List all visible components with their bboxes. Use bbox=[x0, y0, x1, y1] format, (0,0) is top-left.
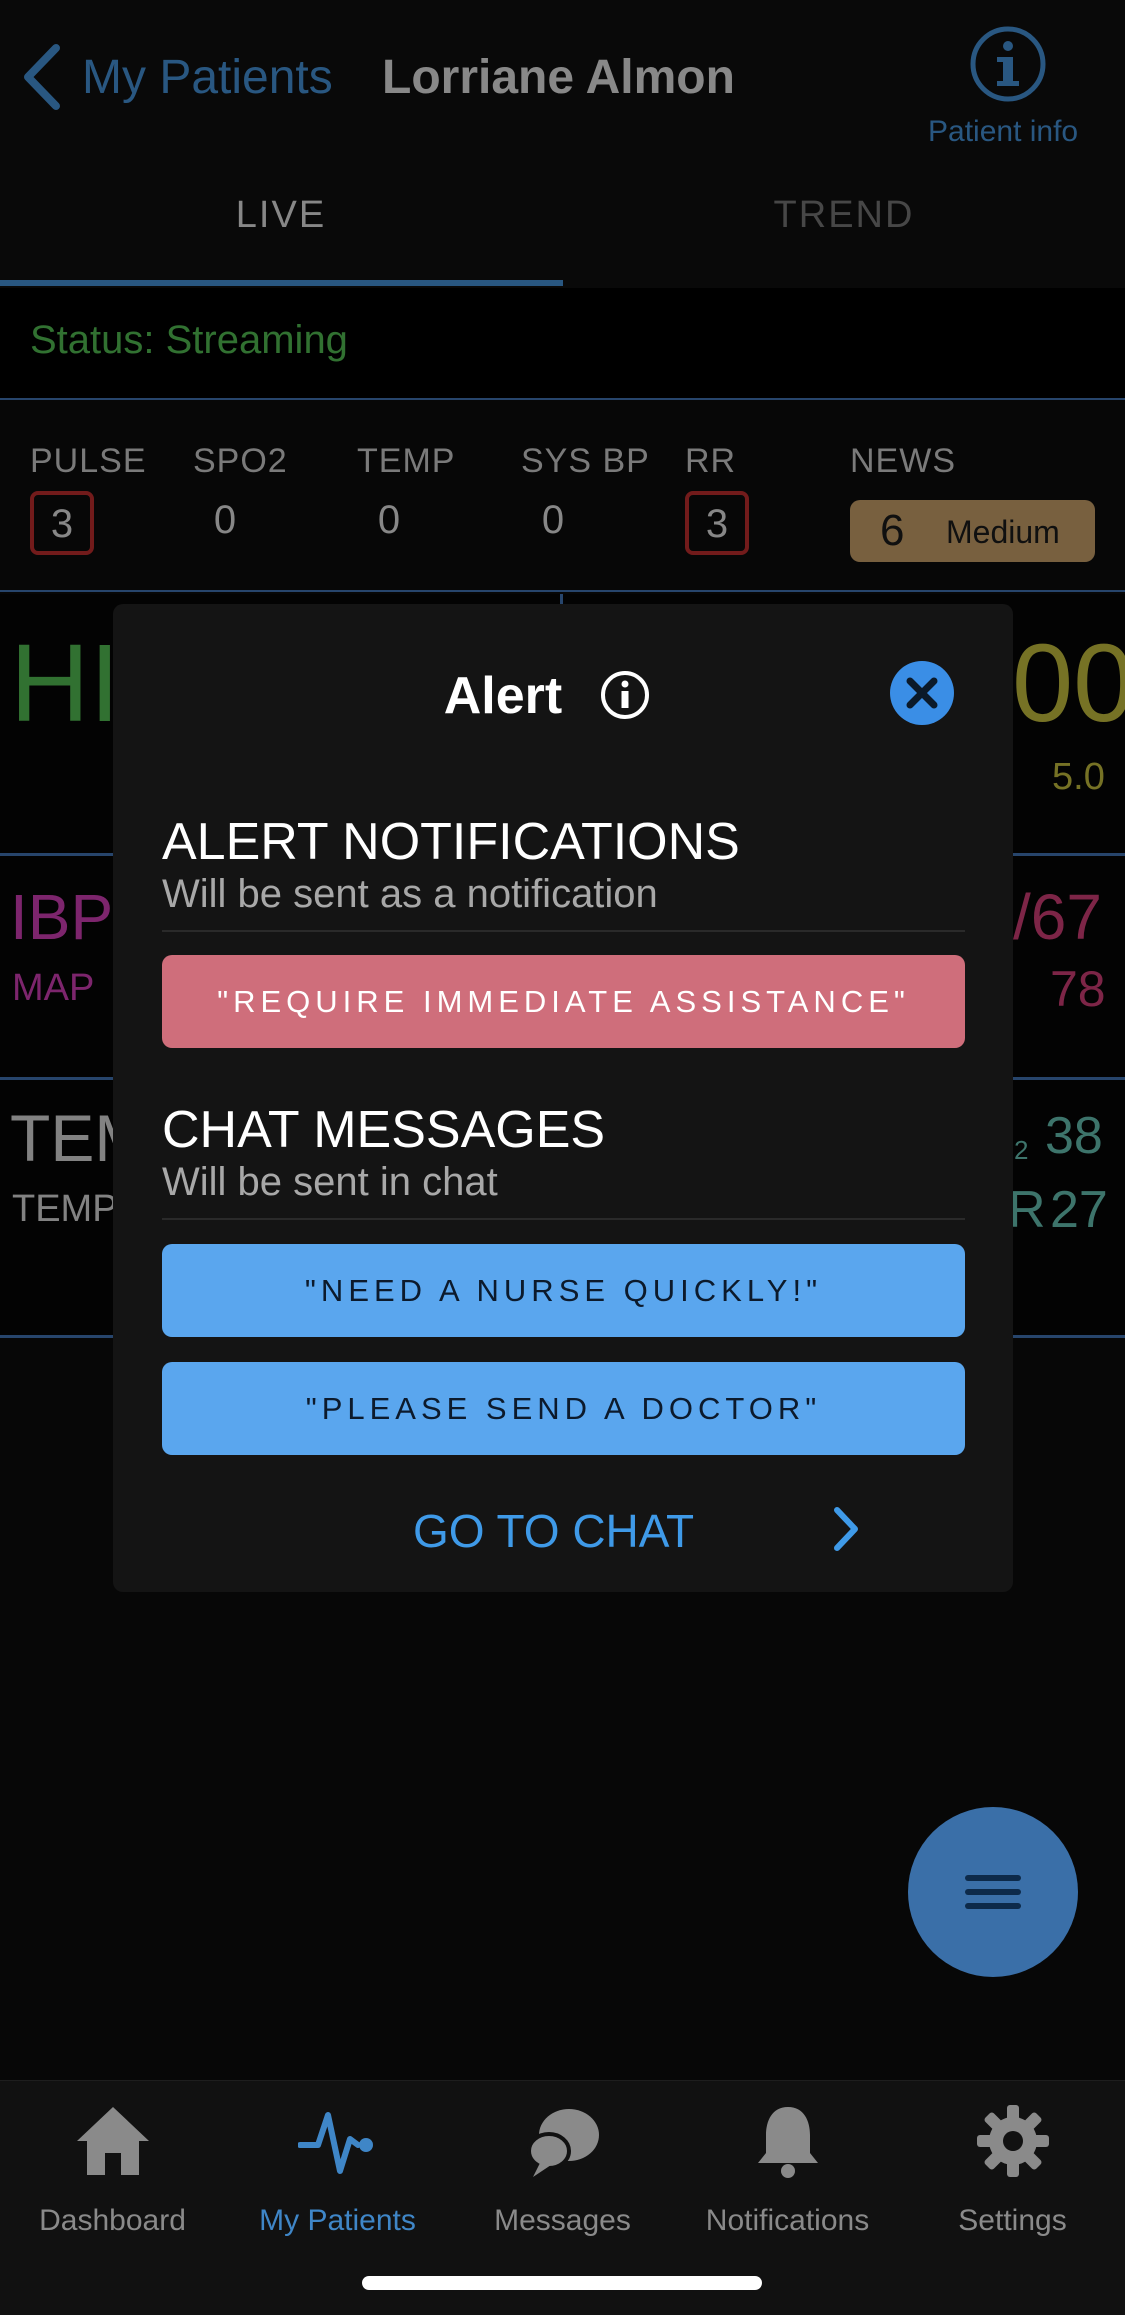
nav-dashboard[interactable]: Dashboard bbox=[0, 2101, 225, 2238]
chevron-right-icon[interactable] bbox=[831, 1504, 861, 1554]
info-icon[interactable] bbox=[600, 670, 650, 720]
menu-icon bbox=[965, 1875, 1021, 1909]
gear-icon bbox=[976, 2105, 1049, 2177]
close-icon bbox=[906, 677, 938, 709]
home-icon bbox=[76, 2107, 149, 2175]
chat-bubbles-icon bbox=[526, 2109, 599, 2177]
alert-notifications-subtitle: Will be sent as a notification bbox=[162, 872, 658, 916]
menu-fab-button[interactable] bbox=[908, 1807, 1078, 1977]
heartbeat-icon bbox=[296, 2112, 373, 2174]
alert-modal: Alert ALERT NOTIFICATIONS Will be sent a… bbox=[113, 604, 1013, 1592]
divider bbox=[162, 1218, 965, 1220]
nav-label: My Patients bbox=[259, 2204, 416, 2237]
nav-notifications[interactable]: Notifications bbox=[675, 2101, 900, 2238]
bell-icon bbox=[757, 2107, 818, 2178]
nav-my-patients[interactable]: My Patients bbox=[225, 2101, 450, 2238]
chat-messages-title: CHAT MESSAGES bbox=[162, 1101, 606, 1159]
send-doctor-button[interactable]: "PLEASE SEND A DOCTOR" bbox=[162, 1362, 965, 1455]
close-button[interactable] bbox=[890, 661, 954, 725]
nav-label: Notifications bbox=[705, 2204, 870, 2237]
nav-label: Dashboard bbox=[39, 2204, 186, 2237]
go-to-chat-button[interactable]: GO TO CHAT bbox=[413, 1504, 694, 1558]
need-nurse-button[interactable]: "NEED A NURSE QUICKLY!" bbox=[162, 1244, 965, 1337]
nav-settings[interactable]: Settings bbox=[900, 2101, 1125, 2238]
nav-messages[interactable]: Messages bbox=[450, 2101, 675, 2238]
modal-title-text: Alert bbox=[443, 667, 563, 725]
divider bbox=[162, 930, 965, 932]
home-indicator bbox=[362, 2276, 762, 2290]
chat-messages-subtitle: Will be sent in chat bbox=[162, 1160, 498, 1204]
nav-label: Messages bbox=[494, 2204, 631, 2237]
nav-label: Settings bbox=[958, 2204, 1067, 2237]
alert-notifications-title: ALERT NOTIFICATIONS bbox=[162, 813, 740, 871]
require-assistance-button[interactable]: "REQUIRE IMMEDIATE ASSISTANCE" bbox=[162, 955, 965, 1048]
modal-title: Alert bbox=[113, 666, 1013, 726]
